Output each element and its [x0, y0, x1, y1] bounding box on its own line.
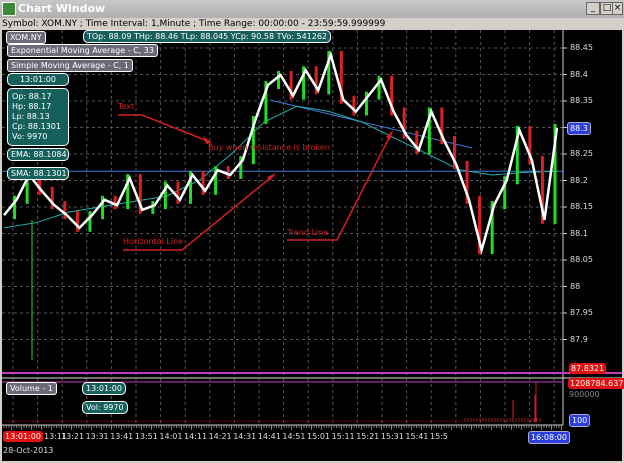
time-axis-label: 15:11: [332, 432, 355, 441]
low-price-tag: 87.8321: [569, 363, 606, 374]
price-axis-label: 88.4: [570, 70, 588, 79]
time-axis-label: 14:41: [258, 432, 281, 441]
price-axis-label: 88.2: [570, 176, 588, 185]
time-axis-label: 14:31: [233, 432, 256, 441]
volume-indicator-label[interactable]: Volume - 1: [6, 382, 57, 395]
time-axis-label: 14:21: [209, 432, 232, 441]
volume-value: Vo: 9970: [12, 132, 64, 142]
time-axis-label: 15:31: [381, 432, 404, 441]
time-axis-label: 13:31: [86, 432, 109, 441]
close-button[interactable]: ×: [612, 2, 623, 15]
ema-indicator-label[interactable]: Exponential Moving Average - C, 33: [7, 44, 158, 57]
summary-label: TOp: 88.09 THp: 88.46 TLp: 88.045 YCp: 9…: [83, 30, 331, 43]
price-axis-label: 88.15: [570, 202, 593, 211]
time-axis-label: 15:41: [405, 432, 428, 441]
app-icon: [2, 2, 16, 16]
ohlc-box: Op: 88.17Hp: 88.17Lp: 88.13Cp: 88.1301Vo…: [7, 88, 69, 146]
price-axis-label: 88.35: [570, 96, 593, 105]
time-axis-label: 15:5: [430, 432, 448, 441]
volume-axis-mid: 900000: [569, 390, 600, 399]
window-title: Chart Window: [18, 2, 105, 15]
horizontal-line-annotation[interactable]: Horizontal Line: [123, 237, 183, 246]
price-axis-label: 87.9: [570, 335, 588, 344]
end-time-tag: 16:08:00: [528, 431, 570, 444]
time-axis-label: 13:51: [135, 432, 158, 441]
volume-max-tag: 1208784.6377: [568, 378, 624, 389]
high-value: Hp: 88.17: [12, 102, 64, 112]
time-axis-label: 15:21: [356, 432, 379, 441]
time-axis-label: 13:41: [110, 432, 133, 441]
volume-time: 13:01:00: [82, 382, 126, 395]
time-axis-label: 15:01: [307, 432, 330, 441]
arrowhead: [386, 130, 393, 140]
symbol-label[interactable]: XOM.NY: [6, 31, 46, 44]
start-time-tag: 13:01:00: [3, 431, 43, 442]
symbol-info: Symbol: XOM.NY ; Time Interval: 1,Minute…: [0, 18, 624, 30]
sma-value: SMA: 88.1301: [7, 167, 69, 180]
trend-line-annotation[interactable]: Trend Line: [287, 228, 328, 237]
volume-value-box: Vol: 9970: [82, 401, 128, 414]
volume-min-tag: 100: [569, 414, 590, 427]
price-axis-label: 88.1: [570, 229, 588, 238]
price-axis-label: 88.25: [570, 149, 593, 158]
price-axis-label: 88.45: [570, 43, 593, 52]
time-axis-label: 14:01: [159, 432, 182, 441]
chart-area[interactable]: XOM.NY TOp: 88.09 THp: 88.46 TLp: 88.045…: [2, 30, 622, 461]
current-price-tag: 88.3: [567, 122, 591, 135]
date-label: 28-Oct-2013: [3, 446, 53, 455]
cursor-time: 13:01:00: [7, 73, 69, 86]
time-axis-label: 13:21: [61, 432, 84, 441]
close-value: Cp: 88.1301: [12, 122, 64, 132]
title-bar: Chart Window: [0, 0, 624, 18]
minimize-button[interactable]: _: [586, 2, 600, 15]
price-axis-label: 87.95: [570, 308, 593, 317]
text-arrow: [118, 115, 210, 142]
price-chart[interactable]: [2, 30, 622, 461]
ema-value: EMA: 88.1084: [7, 148, 69, 161]
time-axis-label: 14:11: [184, 432, 207, 441]
time-axis-label: 14:51: [282, 432, 305, 441]
open-value: Op: 88.17: [12, 92, 64, 102]
text-annotation[interactable]: Text: [118, 102, 134, 111]
price-axis-label: 88.05: [570, 255, 593, 264]
ema-line: [4, 106, 557, 228]
price-axis-label: 88: [570, 282, 580, 291]
sma-indicator-label[interactable]: Simple Moving Average - C, 1: [7, 59, 133, 72]
buy-annotation[interactable]: Buy when resistance is broken: [208, 143, 330, 152]
low-value: Lp: 88.13: [12, 112, 64, 122]
